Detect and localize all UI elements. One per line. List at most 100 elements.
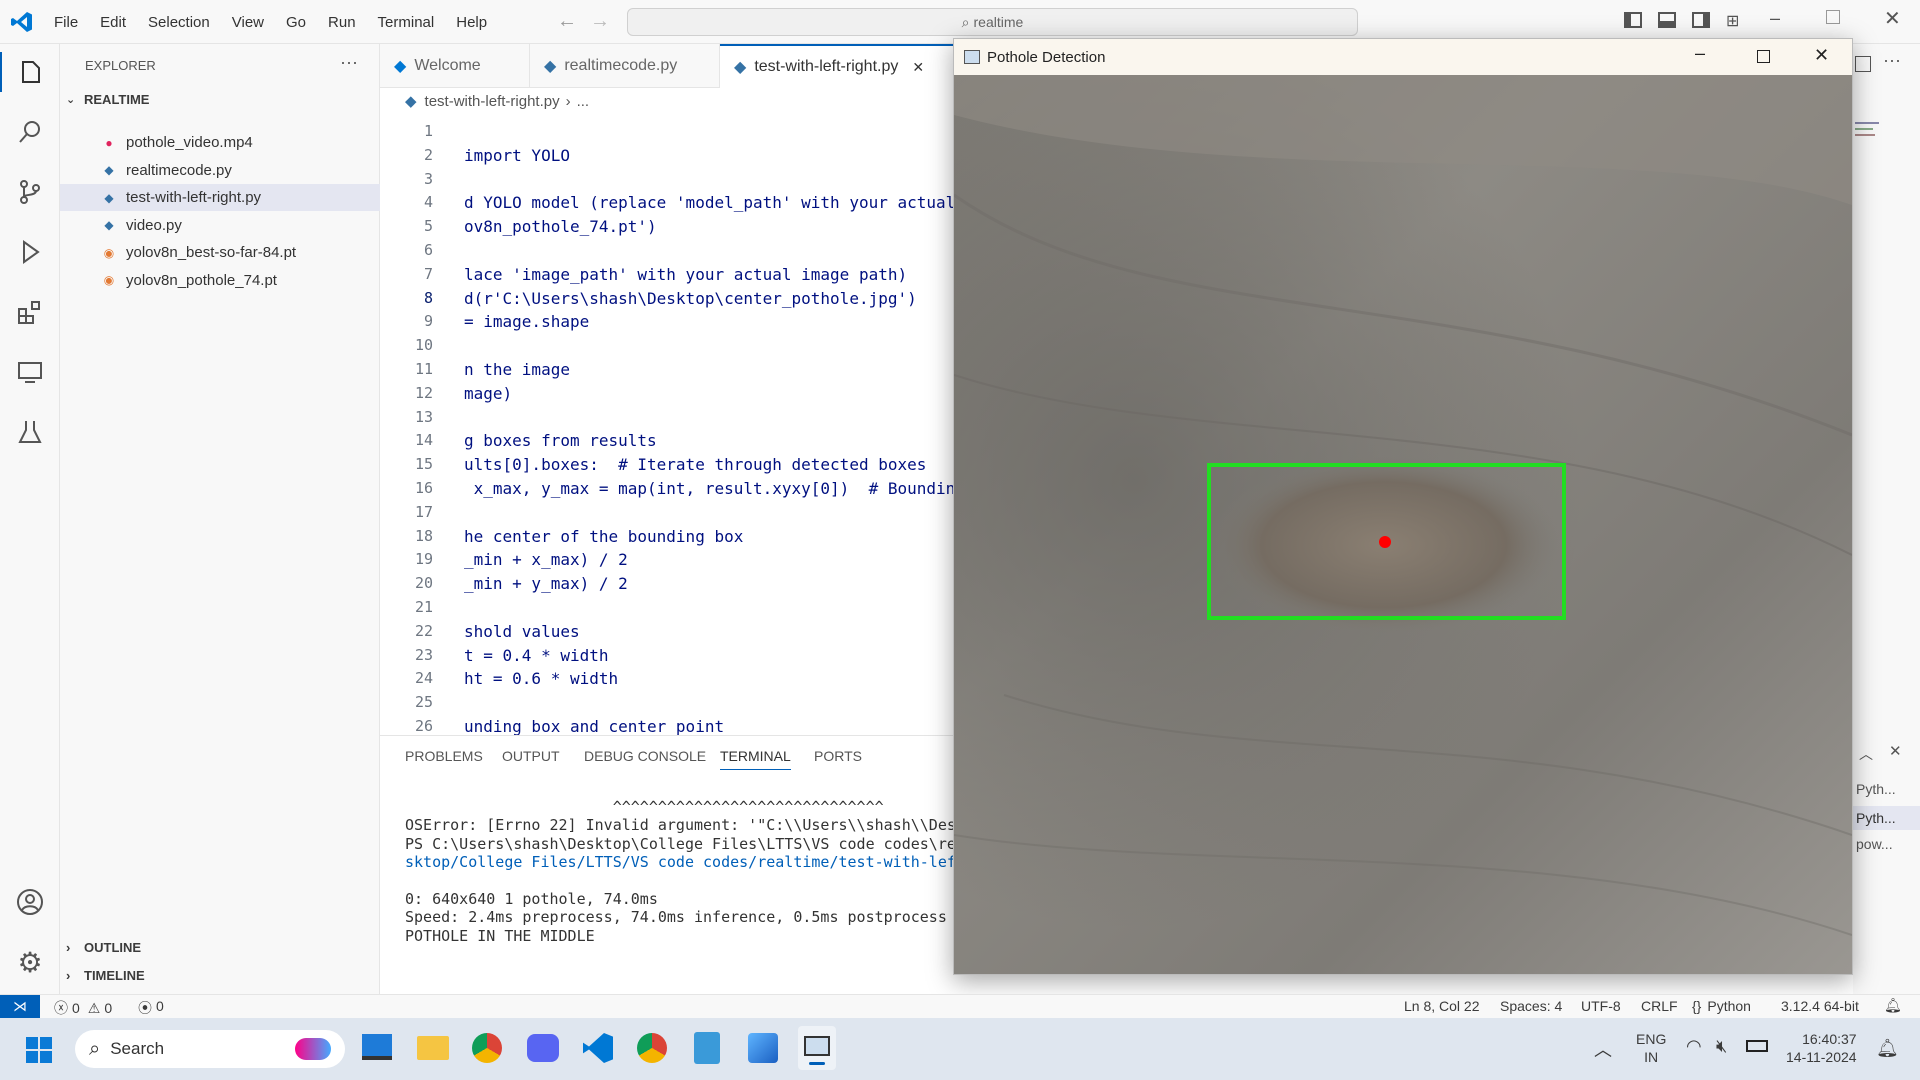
code-line: he center of the bounding box bbox=[464, 526, 744, 546]
indentation[interactable]: Spaces: 4 bbox=[1500, 998, 1562, 1014]
accounts-icon[interactable] bbox=[10, 882, 50, 922]
file-name: test-with-left-right.py bbox=[126, 189, 262, 206]
code-editor[interactable]: 1 2 import YOLO 3 4 d YOLO model (replace 'mo… bbox=[380, 120, 955, 735]
end-of-line[interactable]: CRLF bbox=[1641, 998, 1678, 1014]
close-panel-icon[interactable]: ✕ bbox=[1889, 742, 1902, 760]
windows-start-icon[interactable] bbox=[26, 1037, 52, 1063]
encoding[interactable]: UTF-8 bbox=[1581, 998, 1621, 1014]
volume-muted-icon[interactable]: 🔇︎ bbox=[1716, 1036, 1727, 1057]
chrome-icon[interactable] bbox=[472, 1033, 502, 1063]
python-interpreter[interactable]: 3.12.4 64-bit bbox=[1781, 998, 1859, 1014]
show-hidden-icons-icon[interactable]: ︿ bbox=[1594, 1036, 1612, 1062]
toggle-panel-icon[interactable] bbox=[1658, 12, 1676, 28]
extensions-icon[interactable] bbox=[10, 292, 50, 332]
tab-problems[interactable]: PROBLEMS bbox=[405, 748, 483, 764]
code-line: t = 0.4 * width bbox=[464, 645, 609, 665]
file-item[interactable]: ◆ realtimecode.py bbox=[60, 157, 380, 184]
menu-terminal[interactable]: Terminal bbox=[367, 14, 446, 31]
tab-realtimecode[interactable]: ◆ realtimecode.py bbox=[530, 44, 720, 88]
manage-gear-icon[interactable]: ⚙ bbox=[10, 942, 50, 982]
customize-layout-icon[interactable]: ⊞ bbox=[1726, 11, 1739, 31]
problems-indicator[interactable]: ⓧ 0 ⚠ 0 bbox=[54, 998, 112, 1018]
command-center-search[interactable]: ⌕ realtime bbox=[627, 8, 1358, 36]
window-app-icon bbox=[964, 50, 980, 64]
search-icon[interactable] bbox=[10, 112, 50, 152]
file-item[interactable]: ◉ yolov8n_best-so-far-84.pt bbox=[60, 239, 380, 266]
close-icon[interactable]: ✕ bbox=[1814, 45, 1829, 66]
battery-icon[interactable] bbox=[1746, 1040, 1768, 1052]
terminal-list-item[interactable]: Pyth... bbox=[1856, 781, 1896, 797]
tab-label: realtimecode.py bbox=[564, 57, 678, 74]
discord-icon[interactable] bbox=[527, 1034, 559, 1062]
notepad-icon[interactable] bbox=[694, 1032, 720, 1064]
back-arrow-icon[interactable]: ← bbox=[557, 10, 577, 33]
remote-explorer-icon[interactable] bbox=[10, 352, 50, 392]
python-file-icon: ◆ bbox=[104, 218, 114, 232]
file-item[interactable]: ◆ test-with-left-right.py bbox=[60, 184, 380, 211]
maximize-panel-icon[interactable]: ︿ bbox=[1859, 744, 1873, 764]
minimize-icon[interactable]: – bbox=[1695, 43, 1705, 64]
explorer-icon[interactable] bbox=[0, 52, 60, 92]
close-tab-icon[interactable]: ✕ bbox=[912, 59, 924, 76]
minimap[interactable] bbox=[1855, 120, 1885, 180]
tab-test-with-left-right[interactable]: ◆ test-with-left-right.py ✕ bbox=[720, 44, 955, 88]
remote-indicator[interactable]: ⋊ bbox=[0, 995, 40, 1018]
maximize-icon[interactable] bbox=[1757, 50, 1770, 63]
photos-icon[interactable] bbox=[748, 1033, 778, 1063]
file-item[interactable]: ● pothole_video.mp4 bbox=[60, 129, 380, 156]
minimize-icon[interactable]: – bbox=[1770, 8, 1780, 29]
menu-help[interactable]: Help bbox=[445, 14, 498, 31]
outline-section[interactable]: › OUTLINE bbox=[66, 940, 141, 955]
folder-header[interactable]: ⌄ REALTIME bbox=[66, 92, 149, 107]
toggle-primary-sidebar-icon[interactable] bbox=[1624, 12, 1642, 28]
timeline-section[interactable]: › TIMELINE bbox=[66, 968, 145, 983]
menu-view[interactable]: View bbox=[221, 14, 275, 31]
clock[interactable]: 16:40:37 14-11-2024 bbox=[1786, 1030, 1857, 1066]
toggle-secondary-sidebar-icon[interactable] bbox=[1692, 12, 1710, 28]
cursor-position[interactable]: Ln 8, Col 22 bbox=[1404, 998, 1480, 1014]
line-number: 15 bbox=[414, 455, 433, 474]
desktop-app-icon[interactable] bbox=[362, 1034, 392, 1060]
menu-edit[interactable]: Edit bbox=[89, 14, 137, 31]
source-control-icon[interactable] bbox=[10, 172, 50, 212]
menu-file[interactable]: File bbox=[43, 14, 89, 31]
wifi-icon[interactable]: ◠ bbox=[1686, 1036, 1702, 1057]
terminal-list-item[interactable]: Pyth... bbox=[1853, 806, 1920, 830]
breadcrumb-file[interactable]: test-with-left-right.py bbox=[425, 93, 560, 110]
notifications-bell-icon[interactable]: 🔔︎ bbox=[1884, 997, 1902, 1014]
testing-icon[interactable] bbox=[10, 412, 50, 452]
tab-output[interactable]: OUTPUT bbox=[502, 748, 560, 764]
line-number: 13 bbox=[414, 407, 433, 426]
chrome-profile-icon[interactable] bbox=[637, 1033, 667, 1063]
warning-icon: ⚠ bbox=[87, 999, 101, 1016]
language-indicator[interactable]: ENG IN bbox=[1636, 1030, 1666, 1066]
tab-debug-console[interactable]: DEBUG CONSOLE bbox=[584, 748, 706, 764]
language-mode[interactable]: {} Python bbox=[1692, 998, 1751, 1014]
file-explorer-icon[interactable] bbox=[417, 1036, 449, 1060]
more-actions-icon[interactable]: ··· bbox=[1883, 50, 1901, 71]
ports-indicator[interactable]: ⦿ 0 bbox=[138, 998, 164, 1018]
taskbar-search[interactable]: ⌕ Search bbox=[75, 1030, 345, 1068]
terminal-line: sktop/College Files/LTTS/VS code codes/r… bbox=[405, 853, 956, 872]
tab-ports[interactable]: PORTS bbox=[814, 748, 862, 764]
line-number: 21 bbox=[414, 598, 433, 616]
python-window-icon[interactable] bbox=[798, 1026, 836, 1070]
notifications-bell-icon[interactable]: 🔔︎ bbox=[1876, 1038, 1899, 1059]
close-icon[interactable]: ✕ bbox=[1884, 6, 1901, 31]
file-item[interactable]: ◉ yolov8n_pothole_74.pt bbox=[60, 267, 380, 294]
editor-right-area: ··· ︿ ✕ Pyth... Pyth... pow... bbox=[1853, 44, 1920, 994]
breadcrumb-more[interactable]: ... bbox=[577, 93, 590, 110]
tab-welcome[interactable]: ◆ Welcome bbox=[380, 44, 530, 88]
tab-terminal[interactable]: TERMINAL bbox=[720, 748, 791, 770]
split-editor-icon[interactable] bbox=[1855, 56, 1871, 72]
vscode-taskbar-icon[interactable] bbox=[583, 1033, 613, 1063]
restore-icon[interactable] bbox=[1826, 10, 1840, 24]
menu-selection[interactable]: Selection bbox=[137, 14, 221, 31]
file-item[interactable]: ◆ video.py bbox=[60, 212, 380, 239]
run-debug-icon[interactable] bbox=[10, 232, 50, 272]
menu-go[interactable]: Go bbox=[275, 14, 317, 31]
terminal-list-item[interactable]: pow... bbox=[1856, 836, 1893, 852]
forward-arrow-icon[interactable]: → bbox=[590, 10, 610, 33]
more-actions-icon[interactable]: ··· bbox=[340, 52, 358, 73]
menu-run[interactable]: Run bbox=[317, 14, 367, 31]
